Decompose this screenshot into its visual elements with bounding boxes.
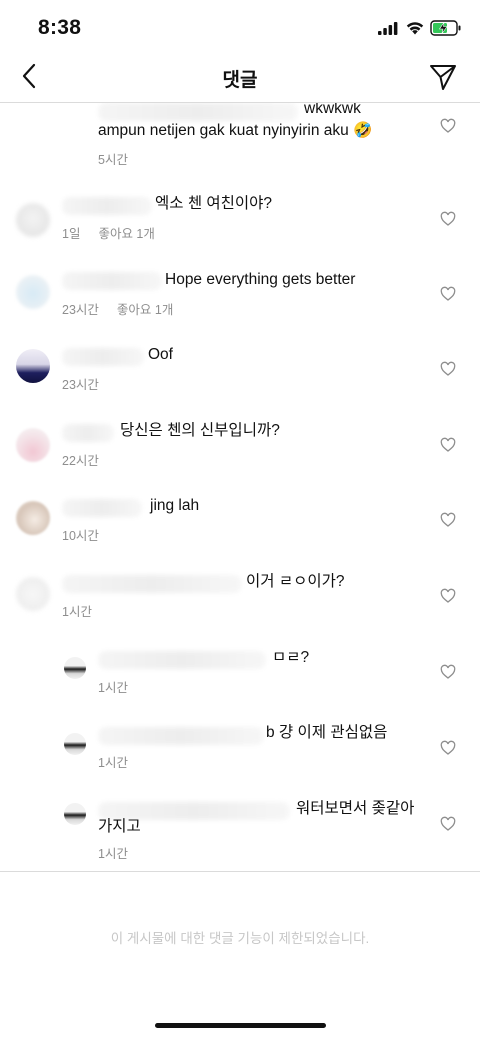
comment-meta: 22시간 [62,450,99,469]
divider [0,871,480,872]
comment-text: Hope everything gets better [165,271,356,288]
avatar[interactable] [16,428,50,462]
comment-text: 당신은 첸의 신부입니까? [120,422,280,439]
wifi-icon [406,22,424,35]
avatar[interactable] [64,803,86,825]
comment-text: 워터보면서 좆같아 [296,800,415,817]
avatar[interactable] [16,501,50,535]
comment-meta: 1일 좋아요 1개 [62,223,155,242]
comment-time: 1시간 [98,756,128,770]
avatar[interactable] [16,349,50,383]
comment-meta: 1시간 [98,677,128,696]
heart-outline-icon[interactable] [440,437,456,453]
heart-outline-icon[interactable] [440,361,456,377]
comment-meta: 23시간 좋아요 1개 [62,299,173,318]
blurred-username [62,575,242,593]
reply-item: b 걍 이제 관심없음 1시간 [0,721,480,791]
heart-outline-icon[interactable] [440,816,456,832]
page-title: 댓글 [222,70,258,91]
heart-outline-icon[interactable] [440,740,456,756]
home-indicator[interactable] [155,1023,326,1028]
blurred-username [62,272,162,290]
comment-item: 당신은 첸의 신부입니까? 22시간 [0,418,480,488]
comment-item: Hope everything gets better 23시간 좋아요 1개 [0,267,480,337]
heart-outline-icon[interactable] [440,512,456,528]
comment-time: 23시간 [62,303,99,317]
comment-item: 이거 ㄹㅇ이가? 1시간 [0,569,480,639]
comment-likes[interactable]: 좋아요 1개 [117,303,173,317]
comment-item: 엑소 첸 여친이야? 1일 좋아요 1개 [0,191,480,261]
reply-item: ㅁㄹ? 1시간 [0,645,480,715]
blurred-username [62,348,144,366]
comment-time: 1시간 [98,681,128,695]
comment-time: 5시간 [98,153,128,167]
comment-time: 1시간 [98,847,128,861]
comment-text: ampun netijen gak kuat nyinyirin aku 🤣 [98,122,373,139]
comment-meta: 1시간 [98,752,128,771]
avatar[interactable] [64,657,86,679]
comment-text: Oof [148,346,173,363]
comment-meta: 23시간 [62,374,99,393]
heart-outline-icon[interactable] [440,211,456,227]
comment-meta: 5시간 [98,149,128,168]
heart-outline-icon[interactable] [440,118,456,134]
avatar[interactable] [16,203,50,237]
comment-text: b 걍 이제 관심없음 [266,724,388,741]
blurred-username [98,727,264,745]
comment-text: ㅁㄹ? [272,649,310,666]
heart-outline-icon[interactable] [440,588,456,604]
comment-meta: 1시간 [98,843,128,862]
comment-time: 1시간 [62,605,92,619]
battery-charging-icon [430,20,461,36]
avatar[interactable] [16,577,50,611]
comment-text: 엑소 첸 여친이야? [155,195,273,212]
status-time: 8:38 [38,16,82,39]
comment-time: 10시간 [62,529,99,543]
heart-outline-icon[interactable] [440,286,456,302]
avatar[interactable] [64,733,86,755]
comment-time: 22시간 [62,454,99,468]
status-bar: 8:38 [0,0,480,56]
comment-time: 1일 [62,227,81,241]
reply-item: 워터보면서 좆같아 가지고 1시간 [0,797,480,873]
signal-icon [378,22,398,35]
comments-restricted-notice: 이 게시물에 대한 댓글 기능이 제한되었습니다. [110,931,370,946]
blurred-username [98,103,298,121]
comment-item: jing lah 10시간 [0,493,480,563]
nav-bar: 댓글 [0,56,480,103]
comment-text: wkwkwk [304,103,361,117]
blurred-username [62,424,114,442]
heart-outline-icon[interactable] [440,664,456,680]
paper-plane-icon[interactable] [428,62,458,92]
comment-item: wkwkwk ampun netijen gak kuat nyinyirin … [0,103,480,167]
comment-likes[interactable]: 좋아요 1개 [98,227,154,241]
comment-meta: 10시간 [62,525,99,544]
blurred-username [98,651,266,669]
comment-meta: 1시간 [62,601,92,620]
avatar[interactable] [16,275,50,309]
comment-text: 이거 ㄹㅇ이가? [246,573,345,590]
comment-list[interactable]: wkwkwk ampun netijen gak kuat nyinyirin … [0,103,480,873]
comment-text: jing lah [150,497,200,514]
blurred-username [62,197,152,215]
blurred-username [62,499,142,517]
comment-text: 가지고 [98,818,141,835]
comment-time: 23시간 [62,378,99,392]
comment-item: Oof 23시간 [0,343,480,413]
